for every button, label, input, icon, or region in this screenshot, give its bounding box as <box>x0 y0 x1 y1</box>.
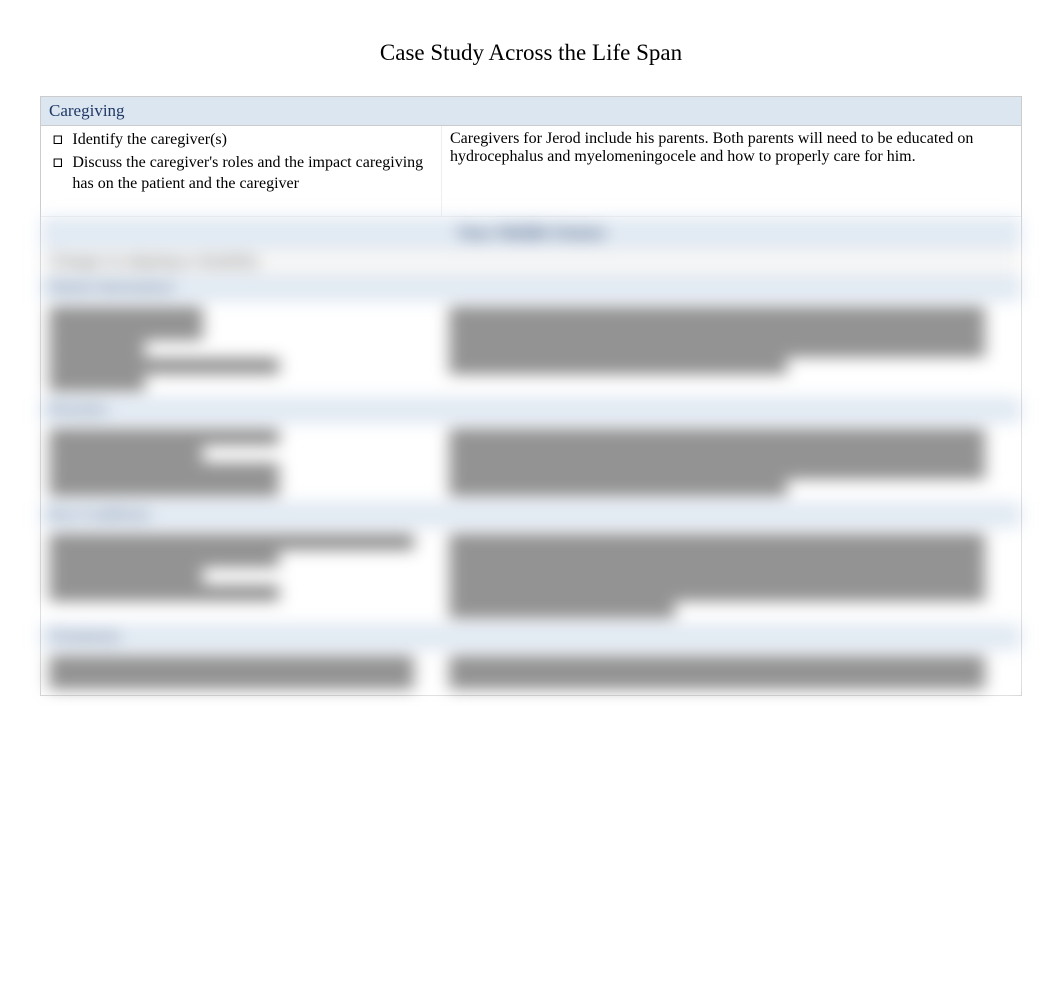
caregiving-header: Caregiving <box>41 97 1021 126</box>
blurred-row <box>41 650 1021 695</box>
caregiving-prompts: 🞐 Identify the caregiver(s) 🞐 Discuss th… <box>41 126 441 216</box>
blurred-section-title: Patient Information <box>41 275 1021 301</box>
bullet-text: Discuss the caregiver's roles and the im… <box>72 153 433 195</box>
blurred-section-patient-info: Patient Information <box>41 275 1021 397</box>
blurred-cell-left <box>41 528 441 624</box>
blurred-cell-right <box>441 301 1021 397</box>
blurred-cell-left <box>41 423 441 502</box>
blurred-section-treatments: Treatments <box>41 624 1021 695</box>
blurred-section-title: Key Conditions <box>41 502 1021 528</box>
bullet-icon: 🞐 <box>53 153 62 173</box>
blurred-cell-left <box>41 301 441 397</box>
blurred-section-priorities: Priorities <box>41 397 1021 502</box>
blurred-content: Your Middle Patient Changes in adapting … <box>41 217 1021 695</box>
caregiving-answer: Caregivers for Jerod include his parents… <box>441 126 1021 216</box>
bullet-text: Identify the caregiver(s) <box>72 130 433 151</box>
blurred-cell-right <box>441 423 1021 502</box>
blurred-cell-right <box>441 650 1021 695</box>
blurred-sub-header: Changes in adapting to disability <box>41 249 1021 275</box>
blurred-section-key-conditions: Key Conditions <box>41 502 1021 624</box>
page-title: Case Study Across the Life Span <box>40 40 1022 66</box>
caregiving-bullet-list: 🞐 Identify the caregiver(s) 🞐 Discuss th… <box>49 130 433 194</box>
caregiving-row: 🞐 Identify the caregiver(s) 🞐 Discuss th… <box>41 126 1021 217</box>
blurred-main-header: Your Middle Patient <box>41 217 1021 249</box>
blurred-row <box>41 301 1021 397</box>
blurred-cell-left <box>41 650 441 695</box>
blurred-cell-right <box>441 528 1021 624</box>
bullet-icon: 🞐 <box>53 130 62 150</box>
document-page: Case Study Across the Life Span Caregivi… <box>0 0 1062 696</box>
blurred-section-title: Priorities <box>41 397 1021 423</box>
blurred-section-title: Treatments <box>41 624 1021 650</box>
blurred-row <box>41 423 1021 502</box>
list-item: 🞐 Identify the caregiver(s) <box>53 130 433 151</box>
blurred-row <box>41 528 1021 624</box>
list-item: 🞐 Discuss the caregiver's roles and the … <box>53 153 433 195</box>
case-study-table: Caregiving 🞐 Identify the caregiver(s) 🞐… <box>40 96 1022 696</box>
